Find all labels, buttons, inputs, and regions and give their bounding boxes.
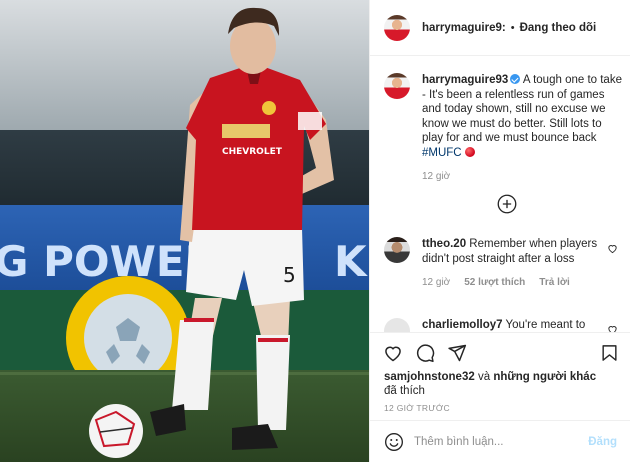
ad-board-text: G POWEF	[0, 237, 213, 286]
likes-summary: samjohnstone32 và những người khác đã th…	[384, 370, 614, 398]
caption-time[interactable]: 12 giờ	[422, 170, 450, 185]
comment-meta: 12 giờ 52 lượt thích Trả lời	[422, 276, 614, 291]
caption-meta: 12 giờ	[422, 170, 622, 185]
hashtag-link[interactable]: #MUFC	[422, 147, 462, 159]
avatar[interactable]	[384, 237, 410, 263]
action-icons	[383, 343, 467, 363]
verified-badge-icon	[510, 74, 521, 84]
avatar[interactable]	[384, 14, 410, 41]
ad-board-tail: K	[334, 237, 368, 286]
caption-body: harrymaguire93 A tough one to take - It'…	[422, 73, 622, 185]
save-bookmark-icon[interactable]	[600, 343, 619, 363]
avatar[interactable]	[384, 73, 410, 99]
comments-section[interactable]: harrymaguire93 A tough one to take - It'…	[370, 57, 630, 332]
comment-bubble-icon[interactable]	[415, 343, 435, 363]
comment-likes[interactable]: 52 lượt thích	[464, 276, 525, 291]
comment-username[interactable]: ttheo.20	[422, 238, 466, 250]
like-comment-heart-icon[interactable]	[607, 243, 618, 254]
comment-body: ttheo.20 Remember when players didn't po…	[422, 237, 614, 291]
post-actions: samjohnstone32 và những người khác đã th…	[370, 332, 630, 422]
post-image[interactable]: G POWEF K 5 CHEVROLET	[0, 0, 369, 462]
comment-body: charliemolloy7 You're meant to	[422, 318, 614, 332]
share-paper-plane-icon[interactable]	[447, 343, 467, 363]
header-username[interactable]: harrymaguire9:	[422, 22, 506, 34]
instagram-post: G POWEF K 5 CHEVROLET harrymaguire9: • Đ…	[0, 0, 630, 462]
likes-suffix: đã thích	[384, 385, 425, 397]
red-circle-emoji	[464, 146, 475, 157]
like-comment-heart-icon[interactable]	[607, 324, 618, 332]
liker-username[interactable]: samjohnstone32	[384, 371, 475, 383]
caption: harrymaguire93 A tough one to take - It'…	[384, 73, 622, 185]
post-comment-button[interactable]: Đăng	[588, 436, 617, 448]
post-header: harrymaguire9: • Đang theo dõi	[370, 0, 630, 56]
comment-time[interactable]: 12 giờ	[422, 276, 450, 291]
caption-username[interactable]: harrymaguire93	[422, 74, 508, 86]
like-heart-icon[interactable]	[383, 343, 403, 363]
comment-item: ttheo.20 Remember when players didn't po…	[384, 237, 622, 291]
others-liked-link[interactable]: những người khác	[493, 371, 596, 383]
comment-username[interactable]: charliemolloy7	[422, 319, 503, 331]
add-comment-bar: Đăng	[370, 420, 630, 462]
comment-input[interactable]	[414, 435, 589, 448]
shorts-number: 5	[283, 263, 296, 287]
post-photo: G POWEF K 5 CHEVROLET	[0, 0, 369, 462]
avatar[interactable]	[384, 318, 410, 332]
comment-item: charliemolloy7 You're meant to	[384, 318, 622, 332]
post-timestamp[interactable]: 12 GIỜ TRƯỚC	[384, 403, 450, 413]
shirt-sponsor: CHEVROLET	[222, 147, 283, 157]
following-button[interactable]: Đang theo dõi	[520, 22, 597, 34]
likes-connector: và	[477, 371, 491, 383]
comment-text: You're meant to	[505, 319, 586, 331]
post-sidebar: harrymaguire9: • Đang theo dõi harrymagu…	[369, 0, 630, 462]
plus-circle-icon	[497, 194, 517, 214]
load-more-comments-button[interactable]	[497, 194, 517, 217]
header-separator: •	[510, 21, 515, 34]
emoji-smiley-icon[interactable]	[384, 432, 404, 452]
reply-button[interactable]: Trả lời	[539, 276, 569, 291]
